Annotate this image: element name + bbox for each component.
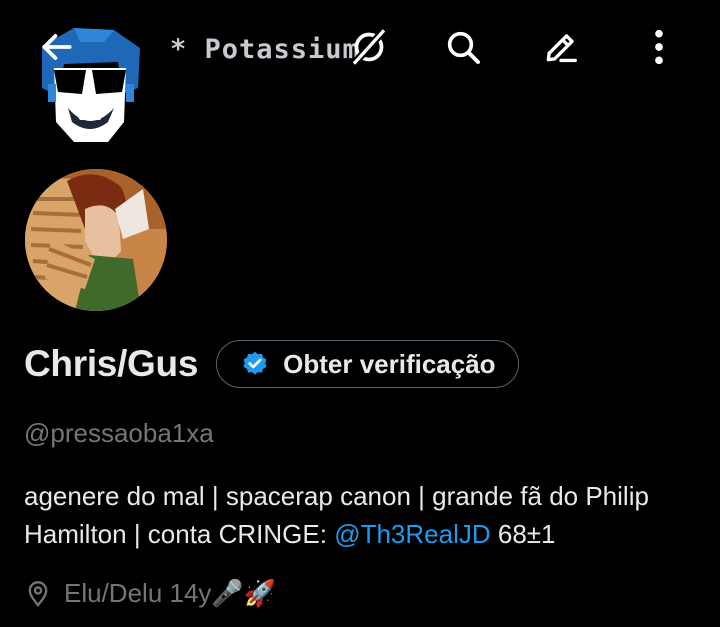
search-button[interactable] [436,20,490,74]
arrow-left-icon [42,34,72,60]
get-verified-button[interactable]: Obter verificação [216,340,519,388]
banner-text: * Potassium [170,34,360,65]
avatar[interactable] [22,166,170,314]
display-name: Chris/Gus [24,343,199,384]
get-verified-label: Obter verificação [283,348,496,379]
profile-location: Elu/Delu 14y🎤🚀 [24,578,276,609]
edit-button[interactable] [534,20,588,74]
search-icon [447,31,480,64]
bio-suffix: 68±1 [490,519,556,549]
profile-bio: agenere do mal | spacerap canon | grande… [24,477,714,553]
profile-handle: @pressaoba1xa [24,418,214,448]
name-row: Chris/Gus Obter verificação [24,340,519,388]
hide-button[interactable] [342,20,396,74]
eye-slash-icon [351,27,387,67]
location-pin-icon [28,580,48,607]
pencil-icon [546,34,577,63]
location-text: Elu/Delu 14y🎤🚀 [64,578,277,608]
back-button[interactable] [30,20,84,74]
more-vertical-icon [655,29,663,65]
more-options-button[interactable] [632,20,686,74]
verified-badge-icon [243,351,267,375]
avatar-image [25,169,167,311]
bio-mention-link[interactable]: @Th3RealJD [334,519,490,549]
